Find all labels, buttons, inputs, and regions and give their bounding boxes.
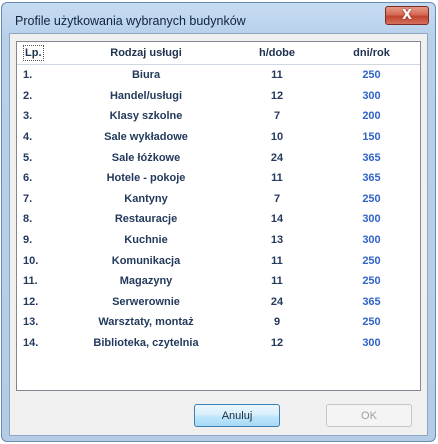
- cell-rodzaj: Klasy szkolne: [109, 110, 183, 123]
- cell-rodzaj: Kantyny: [124, 192, 168, 205]
- column-header-rodzaj[interactable]: Rodzaj usługi: [61, 42, 231, 65]
- dialog-window: Profile użytkowania wybranych budynków X…: [1, 2, 436, 442]
- table-row[interactable]: 8. Restauracje 14 300: [17, 209, 420, 230]
- cell-hours: 9: [273, 316, 281, 329]
- cell-lp: 12.: [23, 295, 39, 308]
- cell-days: 365: [362, 295, 381, 308]
- table-row[interactable]: 2. Handel/usługi 12 300: [17, 86, 420, 107]
- dialog-content: Lp. Rodzaj usługi h/dobe dni/rok 1. Biura…: [9, 33, 428, 436]
- cell-hours: 7: [273, 110, 281, 123]
- cell-lp: 9.: [23, 234, 33, 247]
- cell-hours: 24: [270, 151, 284, 164]
- cell-rodzaj: Hotele - pokoje: [106, 172, 186, 185]
- cell-hours: 11: [271, 172, 283, 185]
- cell-rodzaj: Magazyny: [119, 275, 173, 288]
- table-row[interactable]: 1. Biura 11 250: [17, 65, 420, 86]
- cell-lp: 13.: [23, 316, 39, 329]
- cell-hours: 10: [270, 131, 284, 144]
- cell-lp: 2.: [23, 89, 33, 102]
- table-row[interactable]: 4. Sale wykładowe 10 150: [17, 127, 420, 148]
- cancel-button[interactable]: Anuluj: [194, 404, 280, 427]
- cell-days: 300: [362, 234, 381, 247]
- cell-rodzaj: Handel/usługi: [109, 89, 183, 102]
- cell-days: 200: [362, 110, 381, 123]
- close-icon: X: [401, 8, 413, 23]
- cell-rodzaj: Kuchnie: [124, 234, 168, 247]
- ok-button[interactable]: OK: [326, 404, 412, 427]
- title-bar[interactable]: Profile użytkowania wybranych budynków X: [2, 3, 435, 33]
- cell-days: 250: [362, 254, 381, 267]
- cell-days: 300: [362, 337, 381, 350]
- cell-days: 365: [362, 172, 381, 185]
- cell-rodzaj: Warsztaty, montaż: [98, 316, 194, 329]
- cell-rodzaj: Biura: [131, 69, 161, 82]
- cell-lp: 7.: [23, 192, 33, 205]
- table-row[interactable]: 10. Komunikacja 11 250: [17, 250, 420, 271]
- table-row[interactable]: 5. Sale łóżkowe 24 365: [17, 147, 420, 168]
- column-header-lp-label: Lp.: [23, 45, 44, 61]
- cell-lp: 8.: [23, 213, 33, 226]
- table-row[interactable]: 3. Klasy szkolne 7 200: [17, 106, 420, 127]
- cell-days: 250: [362, 316, 381, 329]
- cell-hours: 7: [273, 192, 281, 205]
- cell-rodzaj: Komunikacja: [111, 254, 181, 267]
- cell-hours: 13: [270, 234, 284, 247]
- usage-profiles-table: Lp. Rodzaj usługi h/dobe dni/rok 1. Biura…: [16, 41, 421, 391]
- column-header-days[interactable]: dni/rok: [323, 42, 420, 65]
- cell-hours: 11: [271, 254, 283, 267]
- window-title: Profile użytkowania wybranych budynków: [15, 14, 246, 28]
- table-row[interactable]: 12. Serwerownie 24 365: [17, 292, 420, 313]
- cell-rodzaj: Serwerownie: [112, 295, 180, 308]
- table-row[interactable]: 9. Kuchnie 13 300: [17, 230, 420, 251]
- cell-lp: 14.: [23, 337, 39, 350]
- cell-rodzaj: Sale łóżkowe: [111, 151, 181, 164]
- cell-days: 300: [362, 213, 381, 226]
- cell-hours: 24: [270, 295, 284, 308]
- table-row[interactable]: 6. Hotele - pokoje 11 365: [17, 168, 420, 189]
- cell-days: 300: [362, 89, 381, 102]
- cell-days: 250: [362, 192, 381, 205]
- cell-hours: 11: [271, 275, 283, 288]
- cell-lp: 1.: [23, 69, 33, 82]
- cell-hours: 12: [270, 89, 284, 102]
- column-header-hours[interactable]: h/dobe: [231, 42, 323, 65]
- cell-days: 250: [362, 275, 381, 288]
- cell-lp: 3.: [23, 110, 33, 123]
- cell-rodzaj: Biblioteka, czytelnia: [93, 337, 199, 350]
- cell-lp: 5.: [23, 151, 33, 164]
- cell-days: 150: [362, 131, 381, 144]
- table-header-row: Lp. Rodzaj usługi h/dobe dni/rok: [17, 42, 420, 65]
- cell-rodzaj: Sale wykładowe: [104, 131, 188, 144]
- cell-hours: 14: [270, 213, 284, 226]
- cell-hours: 11: [271, 69, 283, 82]
- cell-days: 250: [362, 69, 381, 82]
- table-row[interactable]: 11. Magazyny 11 250: [17, 271, 420, 292]
- cell-rodzaj: Restauracje: [114, 213, 178, 226]
- cell-lp: 6.: [23, 172, 33, 185]
- table-row[interactable]: 13. Warsztaty, montaż 9 250: [17, 312, 420, 333]
- close-button[interactable]: X: [385, 6, 429, 25]
- cell-days: 365: [362, 151, 381, 164]
- cell-lp: 11.: [23, 275, 38, 288]
- table-row[interactable]: 7. Kantyny 7 250: [17, 189, 420, 210]
- cell-hours: 12: [270, 337, 284, 350]
- table-row[interactable]: 14. Biblioteka, czytelnia 12 300: [17, 333, 420, 354]
- column-header-lp[interactable]: Lp.: [17, 42, 61, 65]
- cell-lp: 10.: [23, 254, 39, 267]
- cell-lp: 4.: [23, 131, 33, 144]
